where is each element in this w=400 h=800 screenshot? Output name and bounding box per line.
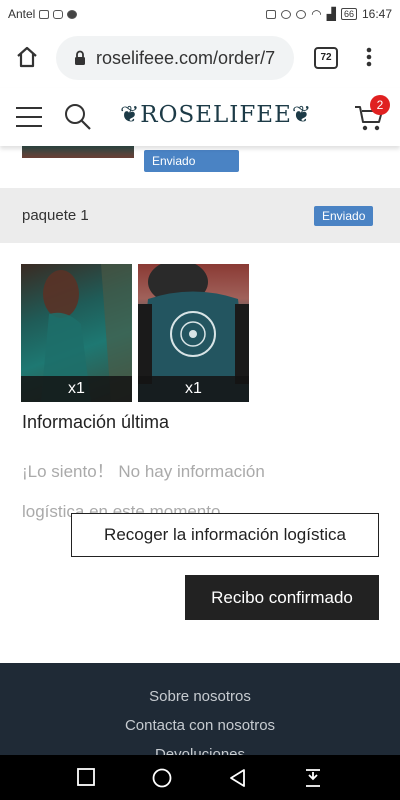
- collect-logistics-button[interactable]: Recoger la información logística: [71, 513, 379, 557]
- notifications-pulldown-icon[interactable]: [304, 768, 322, 788]
- item-quantity: x1: [21, 376, 132, 402]
- home-icon[interactable]: [15, 45, 39, 69]
- vibrate-icon: [266, 9, 277, 19]
- wifi-icon: ◠: [311, 7, 322, 21]
- footer-link-contact[interactable]: Contacta con nosotros: [0, 717, 400, 734]
- back-icon[interactable]: [228, 768, 246, 788]
- cart-count-badge: 2: [370, 95, 390, 115]
- logistics-title: Información última: [22, 412, 170, 432]
- menu-icon[interactable]: [16, 106, 42, 128]
- more-options-icon[interactable]: [365, 47, 373, 67]
- browser-toolbar: roselifeee.com/order/7 72: [0, 28, 400, 88]
- facebook-icon: [67, 9, 78, 19]
- battery-icon: 66: [340, 8, 357, 20]
- confirm-receipt-button[interactable]: Recibo confirmado: [185, 575, 379, 620]
- screen-icon: [39, 9, 50, 19]
- previous-order-item: Enviado: [0, 146, 400, 188]
- site-footer: Sobre nosotros Contacta con nosotros Dev…: [0, 663, 400, 755]
- site-header: ❦ROSELIFEE❦ 2: [0, 88, 400, 146]
- url-text: roselifeee.com/order/7: [96, 47, 276, 68]
- product-image-1[interactable]: x1: [21, 264, 132, 402]
- status-bar: Antel ◠ ▟ 66 16:47: [0, 0, 400, 28]
- carrier-label: Antel: [8, 7, 36, 21]
- search-icon[interactable]: [64, 103, 92, 131]
- footer-link-about[interactable]: Sobre nosotros: [0, 688, 400, 705]
- url-bar[interactable]: roselifeee.com/order/7: [56, 36, 294, 80]
- product-thumbnail[interactable]: [22, 146, 134, 158]
- item-quantity: x1: [138, 376, 249, 402]
- eye-icon: [296, 9, 307, 19]
- tab-switcher-button[interactable]: 72: [314, 47, 338, 69]
- clock: 16:47: [361, 7, 392, 21]
- status-badge: Enviado: [144, 150, 239, 172]
- lock-icon: [75, 50, 85, 65]
- alarm-icon: [281, 9, 292, 19]
- recents-icon[interactable]: [77, 768, 95, 786]
- package-status-badge: Enviado: [314, 206, 374, 226]
- footer-link-returns[interactable]: Devoluciones: [0, 746, 400, 755]
- product-image-2[interactable]: x1: [138, 264, 249, 402]
- system-navigation-bar: [0, 755, 400, 800]
- instagram-icon: [53, 9, 64, 19]
- home-nav-icon[interactable]: [152, 768, 172, 788]
- signal-icon: ▟: [326, 7, 336, 21]
- site-logo[interactable]: ❦ROSELIFEE❦: [120, 102, 311, 128]
- package-title: paquete 1: [22, 207, 89, 224]
- package-header: paquete 1 Enviado: [0, 188, 400, 243]
